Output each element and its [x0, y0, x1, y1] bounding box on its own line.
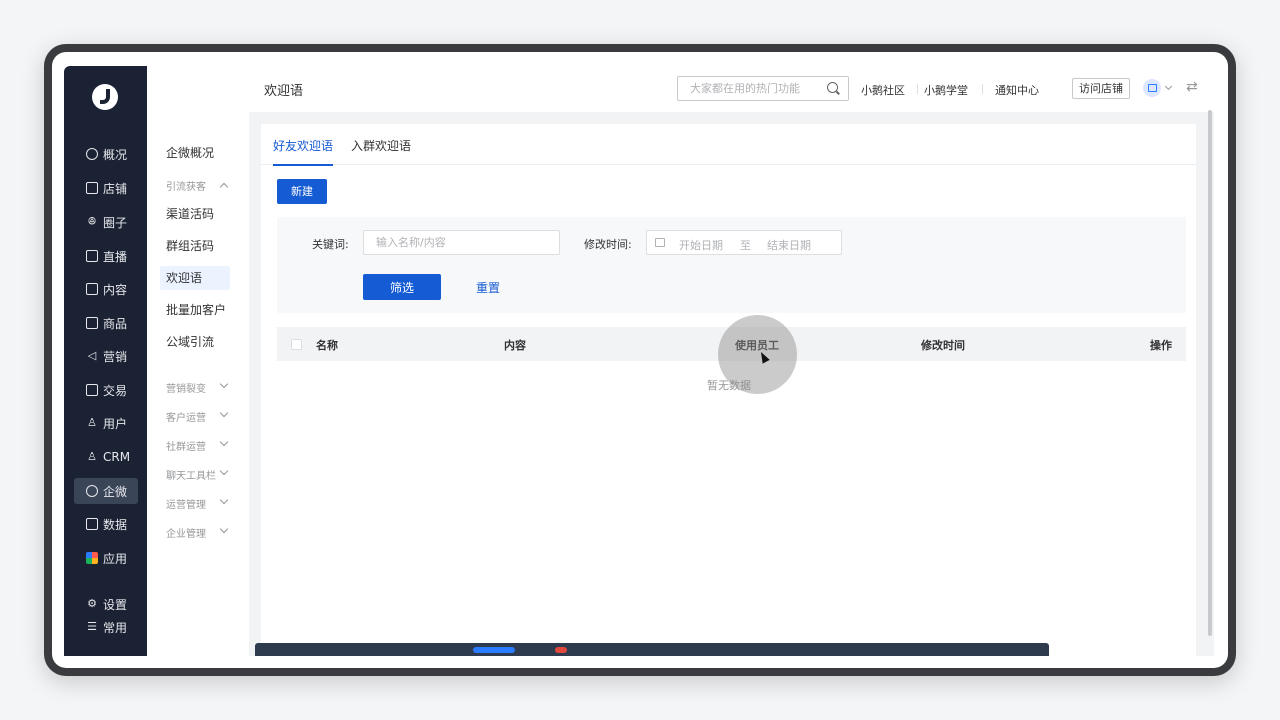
taskbar-app[interactable]	[555, 647, 567, 653]
taskbar-app[interactable]	[473, 647, 515, 653]
filter-panel: 关键词: 修改时间: 开始日期 至 结束日期 筛选 重置	[277, 217, 1186, 313]
subnav-overview[interactable]: 企微概况	[160, 141, 230, 165]
subnav-item-welcome[interactable]: 欢迎语	[160, 266, 230, 290]
column-name: 名称	[316, 339, 338, 352]
link-academy[interactable]: 小鹅学堂	[924, 82, 968, 98]
range-separator: 至	[740, 239, 751, 252]
end-date[interactable]: 结束日期	[767, 237, 811, 253]
search-icon[interactable]	[827, 82, 838, 93]
subnav-item-group-code[interactable]: 群组活码	[160, 234, 230, 258]
taskbar	[255, 643, 1049, 656]
group-icon: ꔮ	[87, 215, 97, 228]
scrollbar[interactable]	[1208, 110, 1212, 636]
header-divider	[982, 84, 983, 94]
keyword-label: 关键词:	[312, 238, 349, 251]
product-icon	[86, 317, 98, 329]
main-card: 好友欢迎语 入群欢迎语 新建 关键词: 修改时间: 开始日期 至 结束日期	[261, 124, 1196, 656]
nav-item-crm[interactable]: ♙ CRM	[74, 444, 138, 470]
settings-icon: ⚙	[87, 597, 97, 610]
nav-item-store[interactable]: 店铺	[74, 175, 138, 201]
chevron-down-icon[interactable]	[1164, 82, 1173, 91]
nav-item-product[interactable]: 商品	[74, 310, 138, 336]
time-label: 修改时间:	[584, 238, 632, 251]
screen: 概况 店铺 ꔮ 圈子 直播 内容 商品 ◁ 营销 交易 ♙ 用户 ♙ CRM 企…	[52, 52, 1228, 668]
search-input[interactable]	[678, 77, 818, 100]
data-icon	[86, 518, 98, 530]
logo-icon[interactable]	[92, 84, 118, 110]
start-date[interactable]: 开始日期	[679, 237, 723, 253]
calendar-icon	[655, 238, 665, 247]
megaphone-icon: ◁	[87, 349, 97, 362]
content-icon	[86, 283, 98, 295]
column-actions: 操作	[1150, 339, 1172, 352]
date-range-picker[interactable]: 开始日期 至 结束日期	[646, 230, 842, 255]
keyword-field[interactable]	[363, 230, 560, 255]
nav-item-wecom[interactable]: 企微	[74, 478, 138, 504]
top-header: 欢迎语 小鹅社区 小鹅学堂 通知中心 访问店铺 ⇄	[249, 66, 1214, 112]
nav-item-data[interactable]: 数据	[74, 511, 138, 537]
device-frame: 概况 店铺 ꔮ 圈子 直播 内容 商品 ◁ 营销 交易 ♙ 用户 ♙ CRM 企…	[44, 44, 1236, 676]
nav-item-apps[interactable]: 应用	[74, 545, 138, 571]
wecom-icon	[86, 485, 98, 497]
subnav-item-batch-add[interactable]: 批量加客户	[160, 298, 230, 322]
tab-group-welcome[interactable]: 入群欢迎语	[351, 137, 411, 164]
tab-bar: 好友欢迎语 入群欢迎语	[261, 124, 1196, 166]
primary-nav: 概况 店铺 ꔮ 圈子 直播 内容 商品 ◁ 营销 交易 ♙ 用户 ♙ CRM 企…	[64, 66, 147, 656]
link-community[interactable]: 小鹅社区	[861, 82, 905, 98]
app-window: 概况 店铺 ꔮ 圈子 直播 内容 商品 ◁ 营销 交易 ♙ 用户 ♙ CRM 企…	[64, 66, 1214, 656]
column-modified-time: 修改时间	[921, 339, 965, 352]
trade-icon	[86, 384, 98, 396]
select-all-checkbox[interactable]	[291, 339, 302, 350]
nav-item-content[interactable]: 内容	[74, 276, 138, 302]
header-divider	[917, 84, 918, 94]
nav-item-overview[interactable]: 概况	[74, 141, 138, 167]
page-title: 欢迎语	[264, 84, 304, 99]
shop-avatar-icon[interactable]	[1143, 79, 1161, 97]
user-icon: ♙	[87, 416, 97, 429]
nav-item-circle[interactable]: ꔮ 圈子	[74, 209, 138, 235]
live-icon	[86, 250, 98, 262]
nav-item-marketing[interactable]: ◁ 营销	[74, 343, 138, 369]
nav-item-live[interactable]: 直播	[74, 243, 138, 269]
pie-chart-icon	[86, 148, 98, 160]
nav-item-trade[interactable]: 交易	[74, 377, 138, 403]
column-content: 内容	[504, 339, 526, 352]
crm-icon: ♙	[87, 450, 97, 463]
link-notifications[interactable]: 通知中心	[995, 82, 1039, 98]
secondary-nav: 企微概况 引流获客 渠道活码 群组活码 欢迎语 批量加客户 公域引流 营销裂变 …	[147, 66, 249, 656]
nav-item-user[interactable]: ♙ 用户	[74, 410, 138, 436]
new-button[interactable]: 新建	[277, 179, 327, 204]
subnav-item-public-traffic[interactable]: 公域引流	[160, 330, 230, 354]
keyword-input[interactable]	[364, 231, 554, 254]
reset-button[interactable]: 重置	[476, 279, 500, 296]
search-box[interactable]	[677, 76, 849, 101]
nav-item-common[interactable]: ☰ 常用	[74, 614, 138, 640]
filter-button[interactable]: 筛选	[363, 274, 441, 300]
list-icon: ☰	[87, 620, 97, 633]
store-icon	[86, 182, 98, 194]
visit-store-button[interactable]: 访问店铺	[1072, 78, 1130, 99]
apps-icon	[86, 552, 98, 564]
subnav-item-channel-code[interactable]: 渠道活码	[160, 202, 230, 226]
tab-friend-welcome[interactable]: 好友欢迎语	[273, 137, 334, 166]
swap-icon[interactable]: ⇄	[1186, 79, 1198, 95]
